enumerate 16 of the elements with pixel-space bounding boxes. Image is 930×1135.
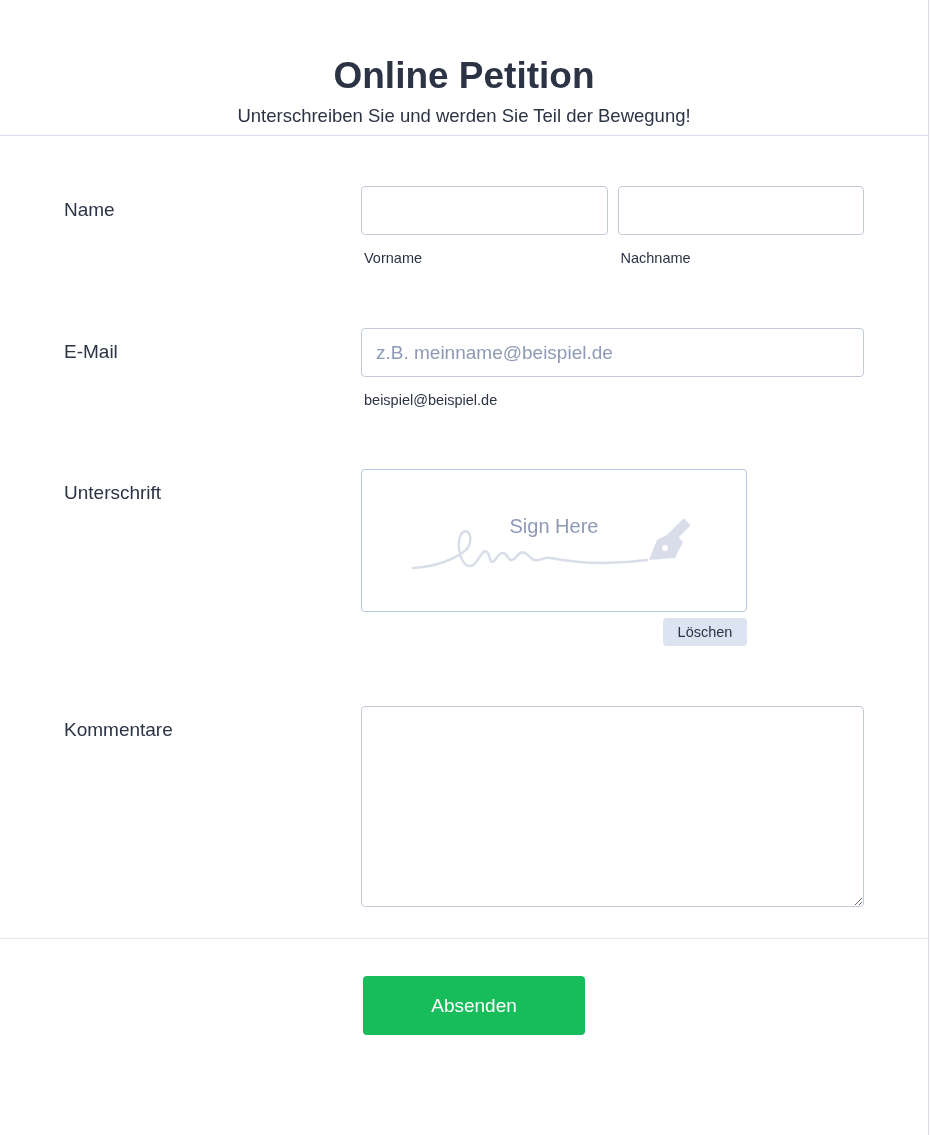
text-field[interactable] (617, 186, 864, 235)
clear-button[interactable]: Löschen (663, 618, 747, 646)
submit-button[interactable]: Absenden (363, 976, 585, 1035)
comments-field[interactable] (361, 706, 864, 907)
field-label: Name (64, 198, 116, 222)
signature-field[interactable]: Sign Here (361, 469, 747, 612)
field-label: E-Mail (64, 340, 119, 364)
text-field[interactable] (361, 186, 608, 235)
field-label: Kommentare (64, 718, 174, 742)
field-sublabel: Vorname (363, 249, 424, 268)
form-subtitle: Unterschreiben Sie und werden Sie Teil der Bewegung! (237, 104, 691, 128)
field-sublabel: Nachname (619, 249, 692, 268)
field-sublabel: beispiel@beispiel.de (363, 391, 499, 410)
form-title: Online Petition (333, 54, 595, 98)
email-field[interactable]: z.B. meinname@beispiel.de (361, 328, 864, 377)
field-label: Unterschrift (64, 481, 163, 505)
